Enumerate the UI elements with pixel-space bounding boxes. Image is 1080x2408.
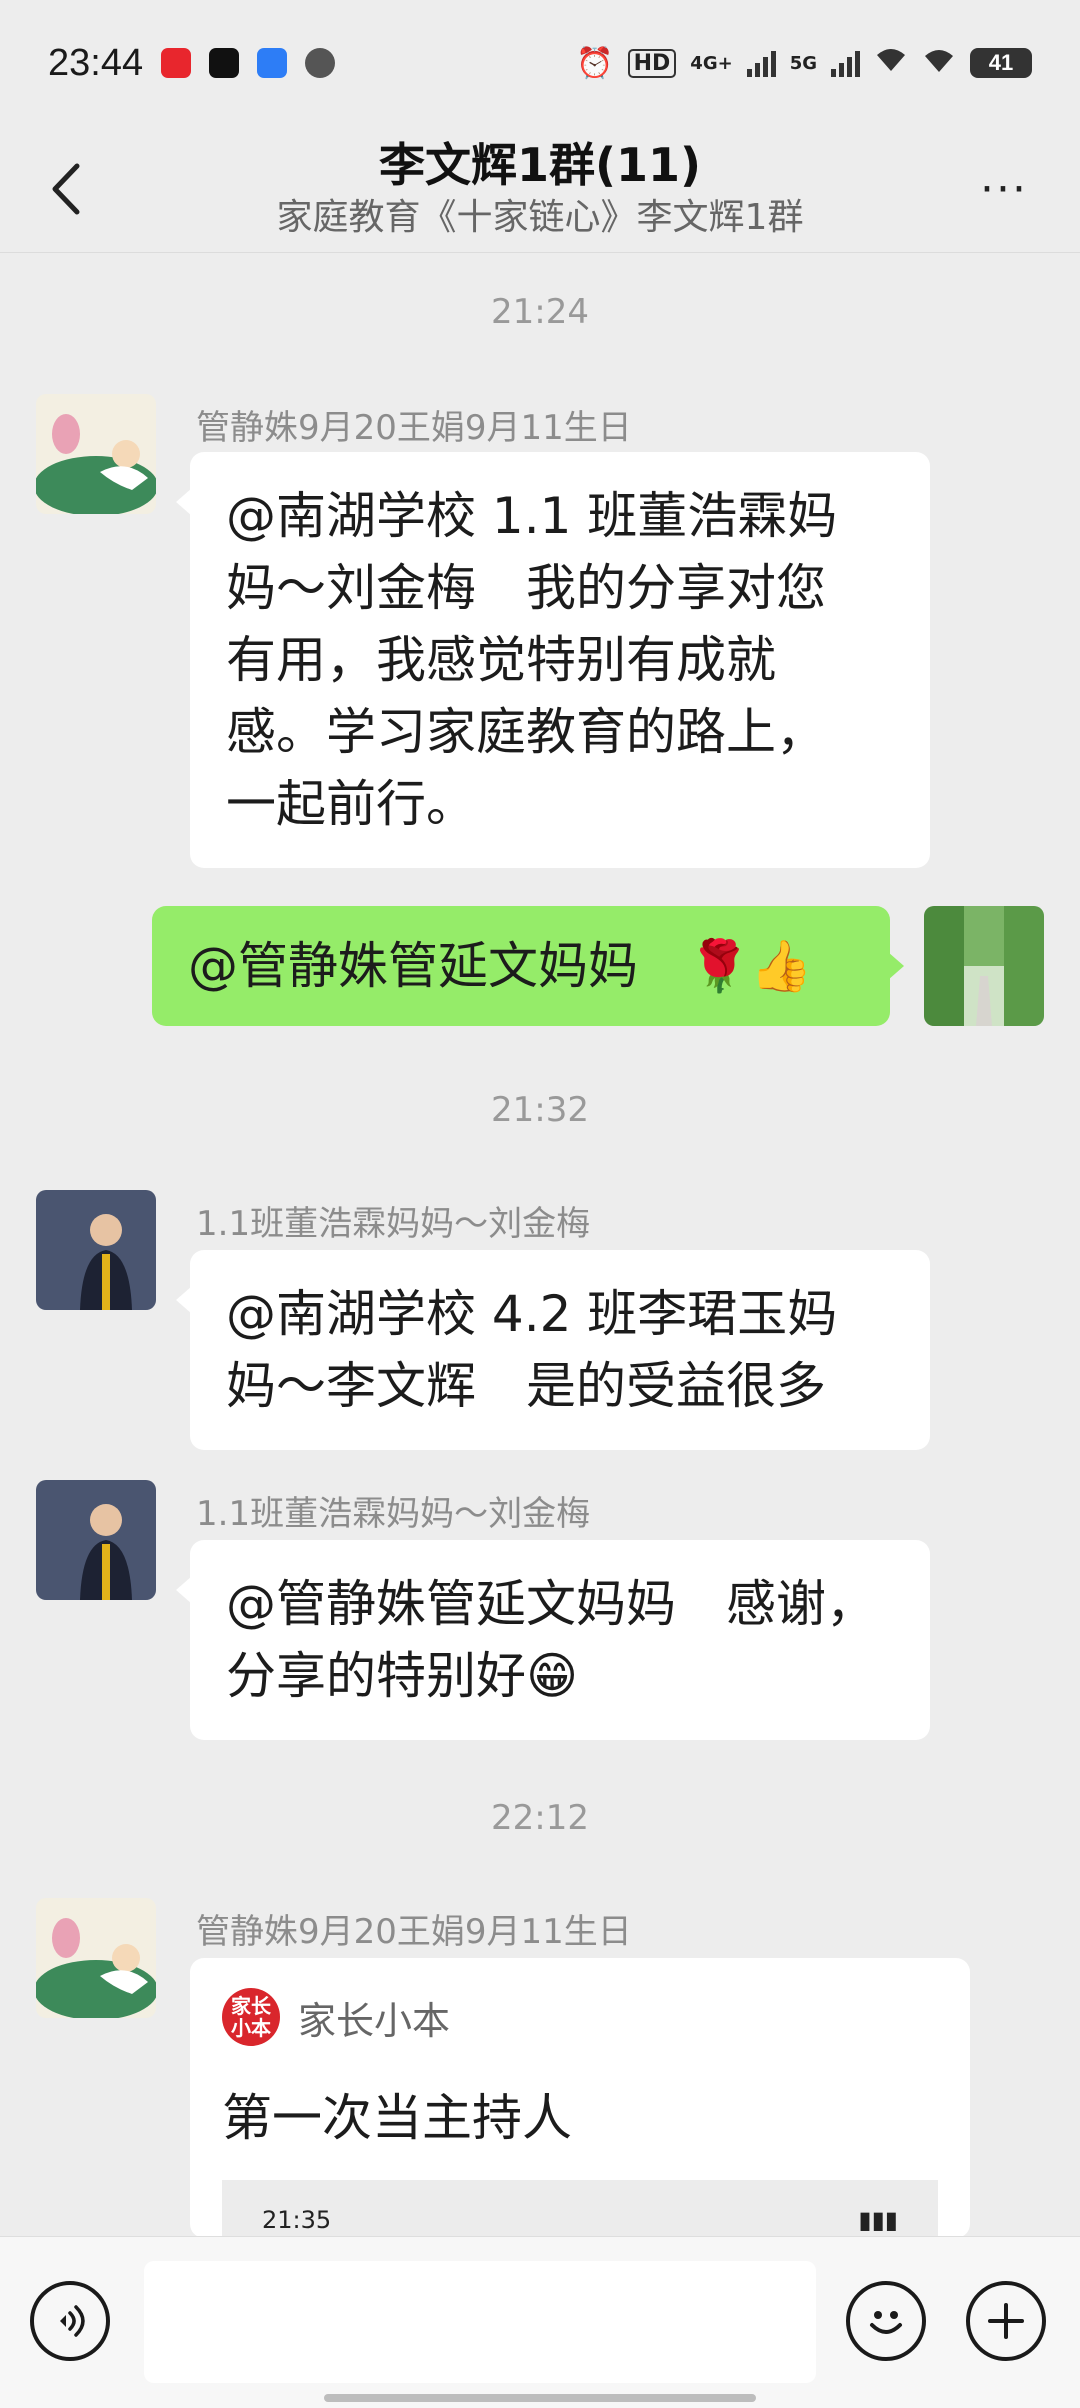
mini-program-card[interactable]: 家长小本 家长小本 第一次当主持人 21:35 ▮▮▮ [190,1958,970,2238]
battery-indicator: 41 [970,48,1032,78]
input-bar [0,2236,1080,2408]
preview-status-icons: ▮▮▮ [858,2206,898,2234]
time-separator: 21:24 [491,292,589,332]
emoji-icon [870,2311,902,2334]
avatar[interactable] [36,1190,156,1310]
avatar[interactable] [36,1898,156,2018]
signal-4g-label: 4G+ [690,52,733,74]
heart-app-icon [161,48,192,78]
avatar[interactable] [36,1480,156,1600]
person-avatar-image [36,1190,156,1310]
message-line: 一起前行。 [226,775,476,833]
app-logo-icon: 家长小本 [222,1988,280,2046]
message-input[interactable] [144,2261,816,2383]
message-bubble[interactable]: @南湖学校 4.2 班李珺玉妈 妈～李文辉 是的受益很多 [176,1250,930,1450]
emoji-button[interactable] [846,2281,926,2361]
hd-icon: HD [627,48,677,78]
sender-name: 管静姝9月20王娟9月11生日 [196,408,632,448]
my-avatar[interactable] [924,906,1044,1026]
message-text: @管静姝管延文妈妈 🌹👍 [188,937,813,995]
message-line: 妈～李文辉 是的受益很多 [226,1357,826,1415]
message-line: @管静姝管延文妈妈 感谢， [226,1575,876,1633]
chat-title: 李文辉1群(11) [378,138,702,192]
lotus-avatar-image [36,394,156,514]
app-icon [257,48,288,78]
voice-icon [60,2305,85,2337]
message-line: 妈～刘金梅 我的分享对您 [226,559,826,617]
message-bubble[interactable]: @管静姝管延文妈妈 感谢， 分享的特别好😁 [176,1540,930,1740]
tiktok-icon [209,48,240,78]
signal-4g-icon [746,49,776,77]
alarm-icon: ⏰ [576,45,614,81]
wifi-icon [874,45,908,81]
time-separator: 21:32 [491,1090,589,1130]
message-line: 感。学习家庭教育的路上， [226,703,826,761]
person-avatar-image [36,1480,156,1600]
message-bubble[interactable]: @南湖学校 1.1 班董浩霖妈 妈～刘金梅 我的分享对您 有用，我感觉特别有成就… [176,452,930,868]
wifi-icon-2 [922,46,956,80]
trees-avatar-image [924,906,1044,1026]
sender-name: 1.1班董浩霖妈妈～刘金梅 [196,1204,591,1244]
card-title: 第一次当主持人 [222,2089,572,2147]
plus-button[interactable] [966,2281,1046,2361]
back-button[interactable] [36,156,96,222]
status-right: ⏰ HD 4G+ 5G 41 [576,45,1032,81]
signal-5g-label: 5G [789,52,817,74]
card-preview-image: 21:35 ▮▮▮ [222,2180,938,2238]
outgoing-message-bubble[interactable]: @管静姝管延文妈妈 🌹👍 [152,906,904,1026]
card-source-name: 家长小本 [298,1998,451,2043]
message-line: @南湖学校 1.1 班董浩霖妈 [226,487,838,545]
time-separator: 22:12 [491,1798,589,1838]
status-time: 23:44 [48,41,144,84]
lotus-avatar-image [36,1898,156,2018]
cat-icon [305,48,336,78]
preview-time: 21:35 [262,2206,332,2234]
more-button[interactable]: ··· [964,156,1044,222]
message-line: 分享的特别好😁 [226,1647,579,1705]
more-icon: ··· [980,163,1028,215]
signal-5g-icon [831,49,860,77]
status-left: 23:44 [48,41,336,85]
sender-name: 管静姝9月20王娟9月11生日 [196,1912,632,1952]
chat-subtitle: 家庭教育《十家链心》李文辉1群 [276,197,804,238]
voice-button[interactable] [30,2281,110,2361]
header-divider [0,252,1080,253]
message-line: @南湖学校 4.2 班李珺玉妈 [226,1285,838,1343]
message-line: 有用，我感觉特别有成就 [226,631,776,689]
card-source: 家长小本 家长小本 [222,1988,450,2046]
plus-icon [988,2303,1024,2339]
chevron-left-icon [52,163,80,215]
home-indicator[interactable] [324,2394,756,2402]
avatar[interactable] [36,394,156,514]
sender-name: 1.1班董浩霖妈妈～刘金梅 [196,1494,591,1534]
chat-header: 李文辉1群(11) 家庭教育《十家链心》李文辉1群 ··· [0,126,1080,252]
status-bar: 23:44 ⏰ HD 4G+ 5G 41 [0,0,1080,126]
